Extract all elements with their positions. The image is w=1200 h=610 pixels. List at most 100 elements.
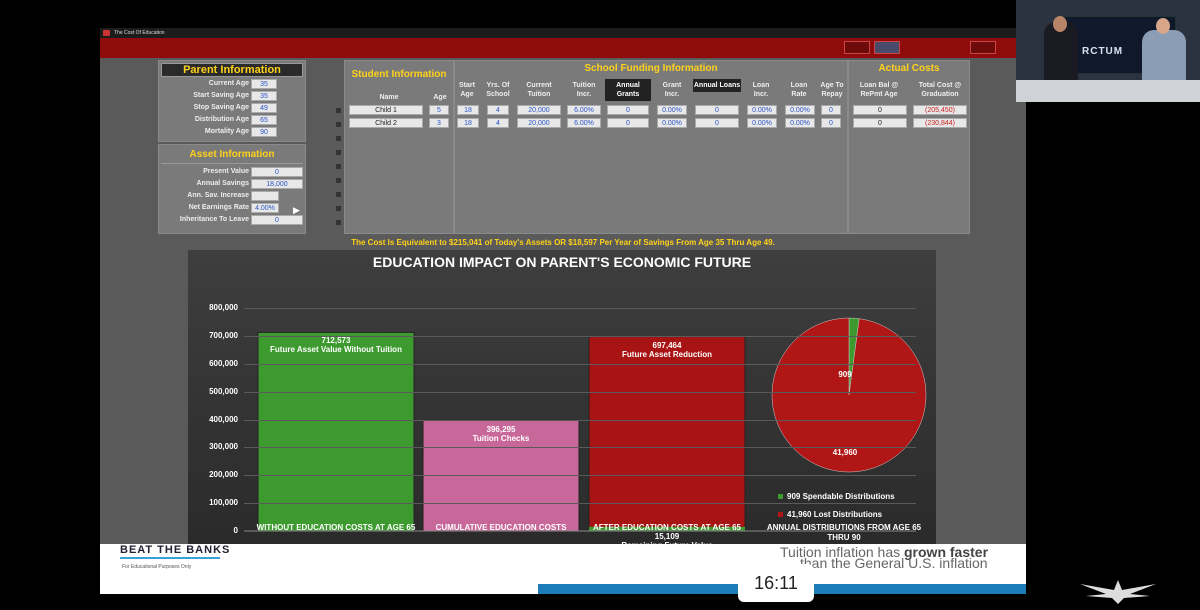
col-annual-loans[interactable]: Annual Loans — [693, 79, 741, 92]
r1-start-age[interactable]: 18 — [457, 105, 479, 115]
presenter-2 — [1142, 30, 1186, 86]
bar-3-label: 697,464 Future Asset Reduction — [589, 341, 745, 359]
y-tick-label: 700,000 — [209, 330, 238, 340]
r2-age-to-repay[interactable]: 0 — [821, 118, 841, 128]
r2-current-tuition[interactable]: 20,000 — [517, 118, 561, 128]
gridline — [244, 419, 916, 421]
parent-info-header: Parent Information — [183, 64, 281, 76]
disclaimer: For Educational Purposes Only — [122, 564, 192, 570]
row-marker — [336, 136, 341, 141]
net-earnings-rate-field[interactable]: 4.00% — [251, 203, 279, 213]
y-tick-label: 200,000 — [209, 470, 238, 480]
legend-item: 909 Spendable Distributions — [778, 492, 928, 501]
y-tick-label: 500,000 — [209, 386, 238, 396]
r2-annual-loans[interactable]: 0 — [695, 118, 739, 128]
stop-saving-age-field[interactable]: 49 — [251, 103, 277, 113]
toolbar — [100, 38, 1026, 58]
bar-2-label: 396,295 Tuition Checks — [423, 425, 579, 443]
legend-item: 41,960 Lost Distributions — [778, 510, 928, 519]
distribution-age-field[interactable]: 65 — [251, 115, 277, 125]
school-funding-panel: School Funding Information Start Age Yrs… — [454, 60, 848, 234]
r1-loan-incr[interactable]: 0.00% — [747, 105, 777, 115]
summary-text: The Cost Is Equivalent to $215,041 of To… — [351, 238, 775, 247]
bar-value: 396,295 — [486, 424, 516, 434]
present-value-field[interactable]: 0 — [251, 167, 303, 177]
school-funding-header: School Funding Information — [584, 63, 718, 74]
annual-savings-field[interactable]: 18,000 — [251, 179, 303, 189]
current-age-label: Current Age — [208, 80, 249, 87]
bar-1-label: 712,573 Future Asset Value Without Tuitio… — [258, 336, 414, 354]
row-marker — [336, 192, 341, 197]
r2-start-age[interactable]: 18 — [457, 118, 479, 128]
r1-tuition-incr[interactable]: 6.00% — [567, 105, 601, 115]
net-earnings-rate-label: Net Earnings Rate — [188, 204, 249, 211]
col-start-age: Start Age — [459, 82, 475, 98]
child-1-age-field[interactable]: 5 — [429, 105, 449, 115]
category-label: CUMULATIVE EDUCATION COSTS — [435, 523, 567, 532]
asset-header-divider — [161, 163, 303, 164]
gridline — [244, 308, 916, 309]
gridline — [244, 363, 916, 365]
r1-annual-grants[interactable]: 0 — [607, 105, 649, 115]
r2-yrs-school[interactable]: 4 — [487, 118, 509, 128]
inheritance-field[interactable]: 0 — [251, 215, 303, 225]
actual-costs-panel: Actual Costs Loan Bal @ RePmt Age Total … — [848, 60, 970, 234]
r1-loan-rate[interactable]: 0.00% — [785, 105, 815, 115]
r2-loan-bal: 0 — [853, 118, 907, 128]
r2-tuition-incr[interactable]: 6.00% — [567, 118, 601, 128]
gridline — [244, 503, 916, 505]
child-2-age-field[interactable]: 3 — [429, 118, 449, 128]
lower-third-overlay: BEAT THE BANKS For Educational Purposes … — [100, 544, 1026, 594]
r2-grant-incr[interactable]: 0.00% — [657, 118, 687, 128]
toolbar-button-3[interactable] — [970, 41, 996, 54]
r1-current-tuition[interactable]: 20,000 — [517, 105, 561, 115]
bar-text: Future Asset Value Without Tuition — [270, 345, 402, 355]
r1-age-to-repay[interactable]: 0 — [821, 105, 841, 115]
ann-sav-increase-field[interactable] — [251, 191, 279, 201]
col-yrs-of-school: Yrs. Of School — [486, 82, 510, 98]
col-grant-incr: Grant Incr. — [662, 82, 682, 98]
student-name-header: Name — [379, 94, 399, 101]
window-title: The Cost Of Education — [114, 30, 165, 36]
y-tick-label: 0 — [233, 526, 238, 535]
toolbar-button-2[interactable] — [874, 41, 900, 54]
child-2-name-field[interactable]: Child 2 — [349, 118, 423, 128]
legend-text: 909 Spendable Distributions — [787, 492, 895, 501]
student-info-header: Student Information — [351, 69, 447, 80]
row-marker — [336, 220, 341, 225]
r2-loan-rate[interactable]: 0.00% — [785, 118, 815, 128]
r1-annual-loans[interactable]: 0 — [695, 105, 739, 115]
parent-info-panel: Parent Information Current Age 35 Start … — [158, 60, 306, 142]
video-timestamp[interactable]: 16:11 — [738, 564, 814, 602]
gridline — [244, 475, 916, 477]
distribution-age-label: Distribution Age — [194, 116, 249, 123]
app-icon — [103, 30, 110, 36]
video-brand-text: RCTUM — [1082, 46, 1124, 57]
child-1-name-field[interactable]: Child 1 — [349, 105, 423, 115]
r1-grant-incr[interactable]: 0.00% — [657, 105, 687, 115]
row-marker — [336, 206, 341, 211]
toolbar-button-1[interactable] — [844, 41, 870, 54]
col-total-cost: Total Cost @ Graduation — [918, 82, 962, 98]
app-window: The Cost Of Education Parent Information… — [100, 28, 1026, 594]
parent-info-header-box: Parent Information — [161, 63, 303, 77]
start-saving-age-field[interactable]: 35 — [251, 91, 277, 101]
y-tick-label: 600,000 — [209, 358, 238, 368]
y-tick-label: 100,000 — [209, 498, 238, 508]
r2-annual-grants[interactable]: 0 — [607, 118, 649, 128]
r1-yrs-school[interactable]: 4 — [487, 105, 509, 115]
col-loan-incr: Loan Incr. — [752, 82, 770, 98]
col-annual-grants[interactable]: Annual Grants — [605, 79, 651, 101]
r1-total-cost: (205,450) — [913, 105, 967, 115]
mortality-age-field[interactable]: 90 — [251, 127, 277, 137]
bar-3[interactable] — [588, 336, 746, 532]
current-age-field[interactable]: 35 — [251, 79, 277, 89]
legend-text: 41,960 Lost Distributions — [787, 510, 883, 519]
chart-area: EDUCATION IMPACT ON PARENT'S ECONOMIC FU… — [188, 250, 936, 550]
bar-value: 712,573 — [321, 336, 351, 346]
title-bar: The Cost Of Education — [100, 28, 1026, 38]
bar-1[interactable] — [257, 331, 415, 532]
r2-loan-incr[interactable]: 0.00% — [747, 118, 777, 128]
annual-savings-label: Annual Savings — [196, 180, 249, 187]
asset-info-panel: Asset Information Present Value 0 Annual… — [158, 144, 306, 234]
